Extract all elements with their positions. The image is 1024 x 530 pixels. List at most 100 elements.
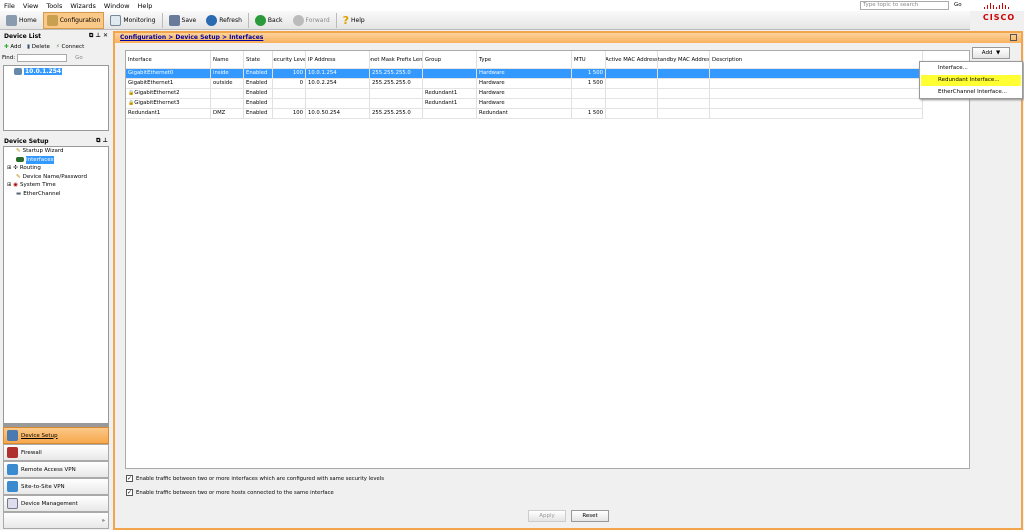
monitoring-button[interactable]: Monitoring <box>106 12 159 29</box>
table-row[interactable]: GigabitEthernet0 inside Enabled 100 10.0.1.2… <box>126 69 923 79</box>
panel-controls-icon[interactable]: ⧉ ⊥ <box>96 137 108 145</box>
panel-controls-icon[interactable]: ⧉ ⊥ ✕ <box>89 32 108 40</box>
breadcrumb[interactable]: Configuration > Device Setup > Interface… <box>115 33 1021 43</box>
cell-text: 10.0.50.254 <box>308 110 341 116</box>
menu-window[interactable]: Window <box>104 2 130 10</box>
forward-label: Forward <box>305 16 330 24</box>
tree-item-routing[interactable]: ⊞ ✣ Routing <box>7 164 108 173</box>
table-cell <box>211 89 244 98</box>
table-cell: Enabled <box>244 89 273 98</box>
table-cell: GigabitEthernet0 <box>126 69 211 78</box>
tree-item-device-name-password[interactable]: ✎ Device Name/Password <box>7 173 108 182</box>
column-header[interactable]: Interface <box>126 51 211 68</box>
nav-device-management[interactable]: Device Management <box>3 495 109 512</box>
find-input[interactable] <box>17 53 68 62</box>
column-header[interactable]: MTU <box>572 51 606 68</box>
table-row[interactable]: 🔒GigabitEthernet2 Enabled Redundant1 Hardwa… <box>126 89 923 99</box>
cell-text: Redundant1 <box>425 90 458 96</box>
tree-item-interfaces[interactable]: Interfaces <box>7 155 108 164</box>
table-row[interactable]: Redundant1 DMZ Enabled 100 10.0.50.254 255.25… <box>126 109 923 119</box>
tree-label: Startup Wizard <box>22 148 64 154</box>
menu-view[interactable]: View <box>23 2 38 10</box>
nav-overflow-button[interactable]: » <box>3 512 109 529</box>
same-security-traffic-checkbox[interactable]: ✓ Enable traffic between two or more inte… <box>126 475 384 482</box>
column-header[interactable]: Active MAC Address <box>606 51 658 68</box>
table-cell <box>710 109 923 118</box>
menu-item-redundant-interface[interactable]: Redundant Interface... <box>921 75 1021 86</box>
table-cell <box>606 99 658 108</box>
key-icon: ✎ <box>16 173 21 180</box>
same-interface-traffic-checkbox[interactable]: ✓ Enable traffic between two or more host… <box>126 489 334 496</box>
tree-item-startup-wizard[interactable]: ✎ Startup Wizard <box>7 147 108 156</box>
reset-button[interactable]: Reset <box>571 510 609 522</box>
table-cell: Redundant1 <box>126 109 211 118</box>
column-header[interactable]: Type <box>477 51 572 68</box>
table-cell <box>606 69 658 78</box>
back-label: Back <box>267 16 283 24</box>
apply-button[interactable]: Apply <box>528 510 566 522</box>
cisco-logo-bars <box>984 3 1009 9</box>
column-header[interactable]: IP Address <box>306 51 370 68</box>
table-row[interactable]: GigabitEthernet1 outside Enabled 0 10.0.2.25… <box>126 79 923 89</box>
table-cell <box>423 69 477 78</box>
wizard-icon: ✎ <box>16 148 21 154</box>
column-header[interactable]: Name <box>211 51 244 68</box>
checkbox-checked-icon: ✓ <box>126 489 133 496</box>
column-header[interactable]: Standby MAC Address <box>658 51 710 68</box>
configuration-button[interactable]: Configuration <box>42 11 105 29</box>
help-button[interactable]: ? Help <box>339 12 369 29</box>
table-cell: 100 <box>273 109 306 118</box>
find-go-button[interactable]: Go <box>75 55 83 61</box>
nav-remote-access-vpn[interactable]: Remote Access VPN <box>3 461 109 478</box>
back-button[interactable]: Back <box>251 12 287 29</box>
menu-file[interactable]: File <box>4 2 15 10</box>
refresh-button[interactable]: Refresh <box>202 12 246 29</box>
home-button[interactable]: Home <box>2 12 41 29</box>
column-header[interactable]: State <box>244 51 273 68</box>
search-go-button[interactable]: Go <box>954 2 962 8</box>
menu-item-interface[interactable]: Interface... <box>921 63 1021 74</box>
table-cell: Enabled <box>244 79 273 88</box>
cell-text: GigabitEthernet0 <box>128 70 174 76</box>
add-button[interactable]: Add ▼ <box>972 47 1010 59</box>
cell-text: Redundant1 <box>128 110 161 116</box>
expand-icon[interactable]: ⊞ <box>7 181 11 190</box>
caret-down-icon: ▼ <box>995 50 1001 56</box>
tree-item-etherchannel[interactable]: ▬ EtherChannel <box>7 190 108 199</box>
nav-site-to-site-vpn[interactable]: Site-to-Site VPN <box>3 478 109 495</box>
table-cell <box>658 69 710 78</box>
cell-text: 10.0.2.254 <box>308 80 337 86</box>
cell-text: Hardware <box>479 70 505 76</box>
help-search-input[interactable]: Type topic to search <box>860 1 949 10</box>
column-header[interactable]: Subnet Mask Prefix Length <box>370 51 423 68</box>
delete-device-button[interactable]: ▮ Delete <box>27 44 50 50</box>
menu-item-etherchannel-interface[interactable]: EtherChannel Interface... <box>921 87 1021 98</box>
nav-device-setup[interactable]: Device Setup <box>3 427 109 444</box>
save-button[interactable]: Save <box>165 12 201 29</box>
refresh-icon <box>206 14 218 26</box>
column-header[interactable]: Security Level <box>273 51 306 68</box>
forward-button[interactable]: Forward <box>289 12 334 29</box>
connect-device-button[interactable]: ⚡ Connect <box>56 44 84 50</box>
menu-tools[interactable]: Tools <box>46 2 62 10</box>
tree-item-system-time[interactable]: ⊞ ◉ System Time <box>7 181 108 190</box>
table-cell: 255.255.255.0 <box>370 109 423 118</box>
table-row[interactable]: 🔒GigabitEthernet3 Enabled Redundant1 Hardwa… <box>126 99 923 109</box>
device-item[interactable]: 10.0.1.254 <box>14 68 108 75</box>
menu-wizards[interactable]: Wizards <box>70 2 96 10</box>
monitor-icon <box>110 14 122 26</box>
device-setup-tree: ✎ Startup Wizard Interfaces ⊞ ✣ Routing ✎ De… <box>3 146 109 424</box>
interfaces-table: InterfaceNameStateSecurity LevelIP Addre… <box>125 50 970 469</box>
nav-firewall[interactable]: Firewall <box>3 444 109 461</box>
add-device-button[interactable]: ✚ Add <box>4 44 21 50</box>
site-vpn-icon <box>7 481 18 492</box>
menu-help[interactable]: Help <box>138 2 153 10</box>
expand-icon[interactable]: ⊞ <box>7 164 11 173</box>
cell-text: GigabitEthernet2 <box>134 90 180 96</box>
cell-text: DMZ <box>213 110 226 116</box>
column-header[interactable]: Description <box>710 51 923 68</box>
cell-text: outside <box>213 80 233 86</box>
toolbar: Home Configuration Monitoring Save Refre… <box>0 11 970 30</box>
maximize-icon[interactable] <box>1010 34 1017 41</box>
column-header[interactable]: Group <box>423 51 477 68</box>
